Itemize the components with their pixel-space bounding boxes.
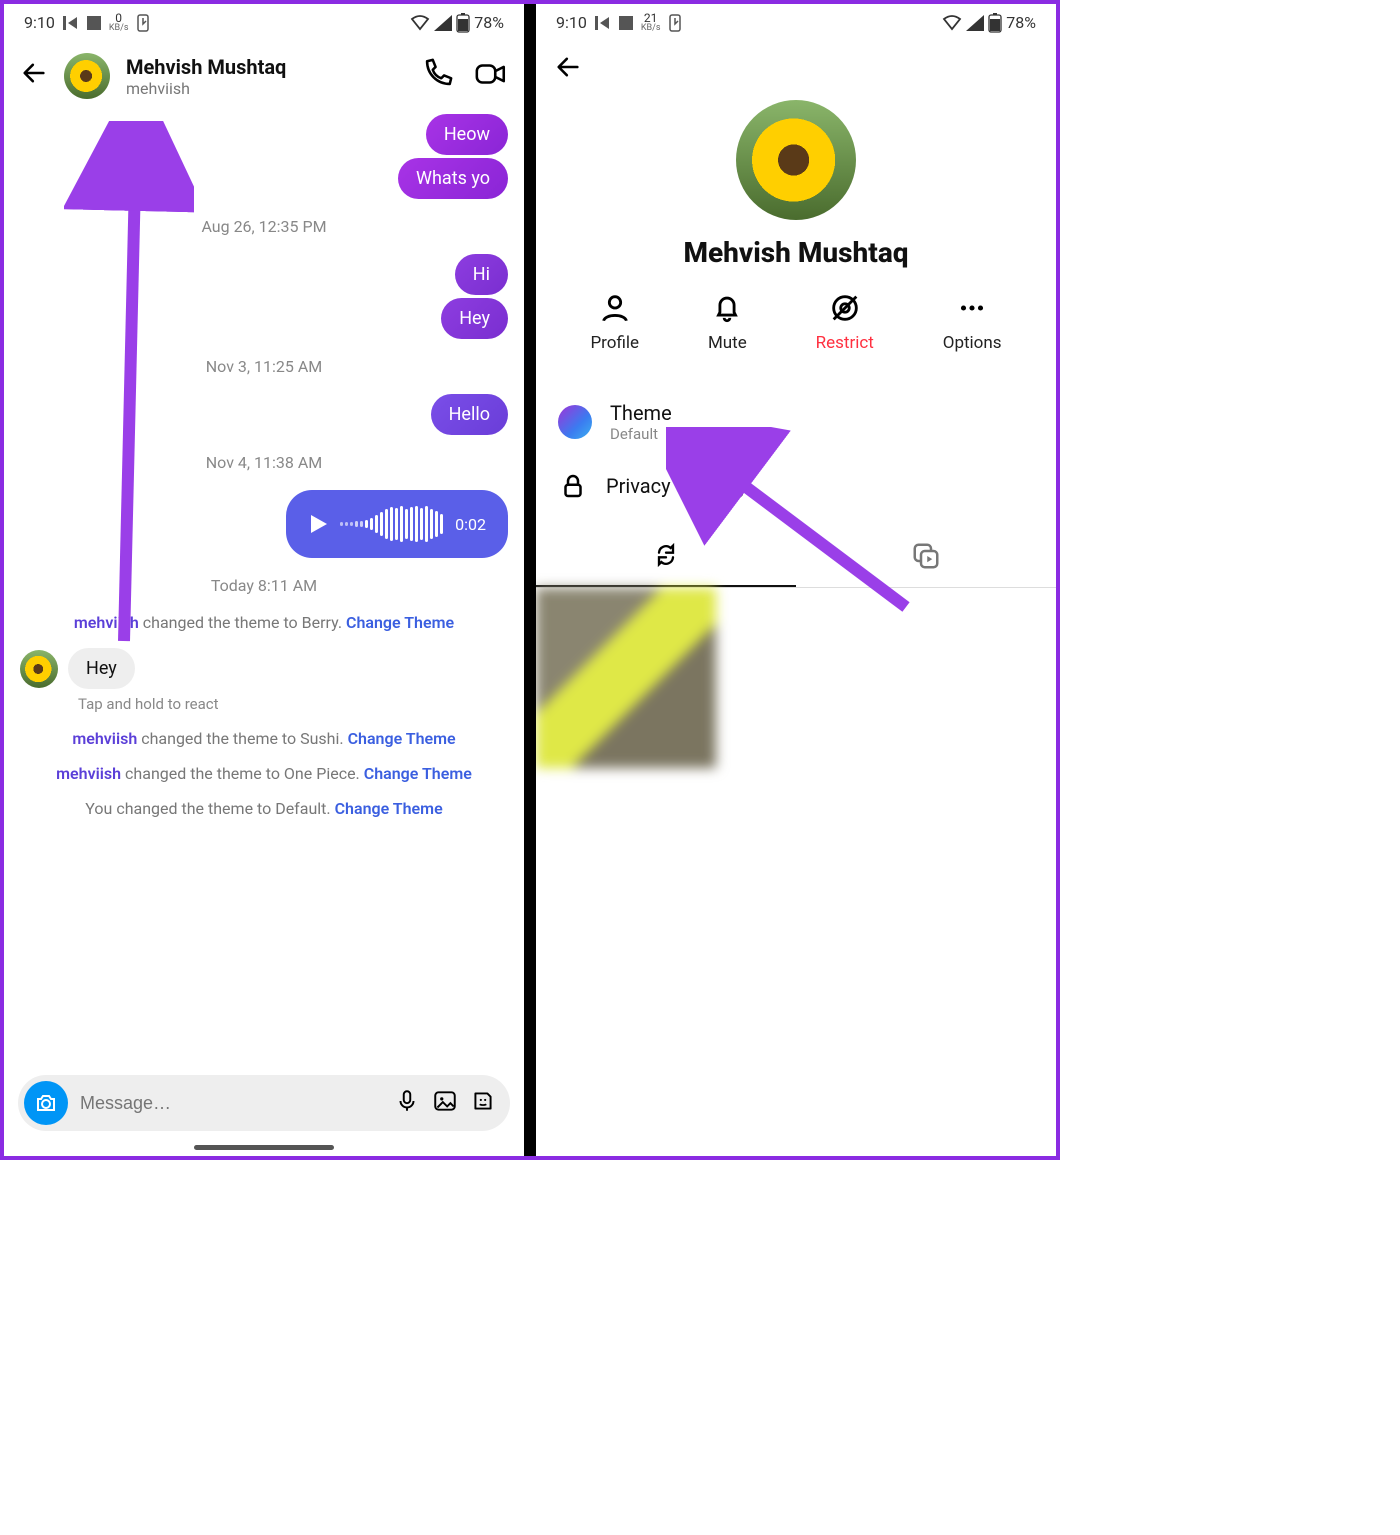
timestamp: Nov 3, 11:25 AM	[20, 357, 508, 376]
person-icon	[598, 291, 632, 325]
clock: 9:10	[556, 13, 587, 32]
signal-icon	[434, 15, 452, 31]
message-list[interactable]: Heow Whats yo Aug 26, 12:35 PM Hi Hey No…	[4, 111, 524, 1065]
contact-avatar-small[interactable]	[20, 650, 58, 688]
react-hint: Tap and hold to react	[78, 695, 508, 713]
back-button[interactable]	[554, 55, 582, 88]
message-input[interactable]	[80, 1093, 382, 1114]
play-icon[interactable]	[308, 513, 328, 535]
timestamp: Nov 4, 11:38 AM	[20, 453, 508, 472]
mic-button[interactable]	[394, 1088, 420, 1118]
options-action[interactable]: Options	[943, 291, 1002, 353]
message-in[interactable]: Hey	[68, 648, 135, 689]
battery-percent: 78%	[1006, 13, 1036, 32]
screenshot-divider	[524, 4, 536, 1156]
privacy-label: Privacy & safety	[606, 474, 748, 498]
theme-label: Theme	[610, 401, 672, 425]
back-button[interactable]	[20, 59, 48, 94]
sync-icon	[652, 541, 680, 569]
media-thumbnail[interactable]	[536, 588, 716, 768]
change-theme-link[interactable]: Change Theme	[346, 613, 454, 632]
change-theme-link[interactable]: Change Theme	[348, 729, 456, 748]
message-out[interactable]: Hi	[455, 254, 508, 295]
media-grid[interactable]	[536, 588, 1056, 768]
timestamp: Aug 26, 12:35 PM	[20, 217, 508, 236]
mute-action[interactable]: Mute	[708, 291, 747, 353]
battery-icon	[988, 13, 1002, 33]
video-call-button[interactable]	[474, 57, 508, 95]
camera-button[interactable]	[24, 1081, 68, 1125]
chat-screen: 9:10 0KB/s 78% Mehvish Mushtaq mehviish	[4, 4, 524, 1156]
change-theme-link[interactable]: Change Theme	[335, 799, 443, 818]
signal-icon	[966, 15, 984, 31]
lock-icon	[558, 471, 588, 501]
voice-duration: 0:02	[455, 515, 486, 534]
system-message: mehviish changed the theme to Sushi. Cha…	[20, 729, 508, 748]
profile-action[interactable]: Profile	[590, 291, 639, 353]
more-icon	[955, 291, 989, 325]
contact-avatar[interactable]	[64, 53, 110, 99]
system-message: mehviish changed the theme to Berry. Cha…	[20, 613, 508, 632]
change-theme-link[interactable]: Change Theme	[364, 764, 472, 783]
battery-icon	[456, 13, 470, 33]
restrict-action[interactable]: Restrict	[816, 291, 874, 353]
phone-call-button[interactable]	[420, 57, 454, 95]
theme-value: Default	[610, 425, 672, 443]
profile-avatar[interactable]	[736, 100, 856, 220]
bell-icon	[710, 291, 744, 325]
status-bar: 9:10 0KB/s 78%	[4, 4, 524, 41]
theme-setting[interactable]: Theme Default	[536, 387, 1056, 457]
message-out[interactable]: Whats yo	[398, 158, 508, 199]
contact-name: Mehvish Mushtaq	[126, 55, 404, 79]
timestamp: Today 8:11 AM	[20, 576, 508, 595]
system-message: You changed the theme to Default. Change…	[20, 799, 508, 818]
home-indicator[interactable]	[194, 1145, 334, 1150]
contact-name-block[interactable]: Mehvish Mushtaq mehviish	[126, 55, 404, 98]
wifi-icon	[942, 15, 962, 31]
message-out[interactable]: Hello	[431, 394, 508, 435]
shared-tab[interactable]	[536, 525, 796, 587]
gallery-button[interactable]	[432, 1088, 458, 1118]
system-message: mehviish changed the theme to One Piece.…	[20, 764, 508, 783]
media-tab[interactable]	[796, 525, 1056, 587]
contact-username: mehviish	[126, 79, 404, 98]
network-meter: 0KB/s	[109, 12, 129, 33]
profile-screen: 9:10 21KB/s 78% Mehvish Mushtaq	[536, 4, 1056, 1156]
battery-percent: 78%	[474, 13, 504, 32]
compose-bar	[4, 1065, 524, 1141]
profile-name: Mehvish Mushtaq	[536, 236, 1056, 269]
chat-header: Mehvish Mushtaq mehviish	[4, 41, 524, 111]
privacy-setting[interactable]: Privacy & safety	[536, 457, 1056, 515]
message-out[interactable]: Heow	[426, 114, 508, 155]
wifi-icon	[410, 15, 430, 31]
waveform	[340, 506, 443, 542]
clock: 9:10	[24, 13, 55, 32]
message-out[interactable]: Hey	[441, 298, 508, 339]
network-meter: 21KB/s	[641, 12, 661, 33]
media-tabs	[536, 525, 1056, 588]
status-bar: 9:10 21KB/s 78%	[536, 4, 1056, 41]
media-collection-icon	[911, 541, 941, 571]
voice-message[interactable]: 0:02	[286, 490, 508, 558]
restrict-icon	[828, 291, 862, 325]
sticker-button[interactable]	[470, 1088, 496, 1118]
theme-color-icon	[558, 405, 592, 439]
